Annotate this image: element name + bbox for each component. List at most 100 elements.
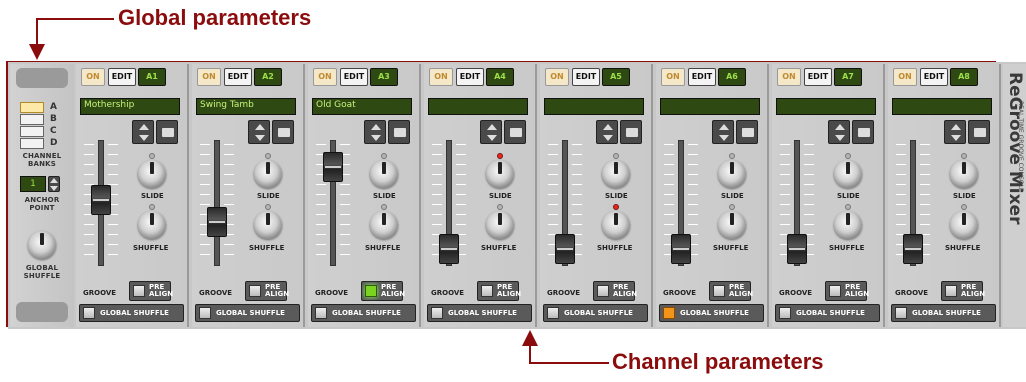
slide-knob[interactable] xyxy=(254,160,282,188)
channel-on-button[interactable]: ON xyxy=(81,68,105,86)
slide-knob[interactable] xyxy=(486,160,514,188)
bank-d-button[interactable] xyxy=(20,138,44,149)
channel-on-button[interactable]: ON xyxy=(661,68,685,86)
global-shuffle-checkbox[interactable] xyxy=(315,307,327,319)
global-shuffle-toggle-label: GLOBAL SHUFFLE xyxy=(680,309,749,317)
patch-folder-icon[interactable] xyxy=(156,120,178,144)
channel-on-button[interactable]: ON xyxy=(777,68,801,86)
shuffle-knob[interactable] xyxy=(486,211,514,239)
patch-browse-arrows[interactable] xyxy=(828,120,850,144)
pre-align-control[interactable]: PRE ALIGN xyxy=(477,281,521,301)
shuffle-knob[interactable] xyxy=(834,211,862,239)
channel-edit-button[interactable]: EDIT xyxy=(456,68,484,86)
patch-folder-icon[interactable] xyxy=(968,120,990,144)
global-shuffle-checkbox[interactable] xyxy=(547,307,559,319)
global-shuffle-knob[interactable] xyxy=(28,231,56,259)
global-shuffle-checkbox[interactable] xyxy=(779,307,791,319)
pre-align-checkbox[interactable] xyxy=(249,285,261,297)
patch-folder-icon[interactable] xyxy=(736,120,758,144)
bank-a-button[interactable] xyxy=(20,102,44,113)
patch-folder-icon[interactable] xyxy=(504,120,526,144)
pre-align-checkbox[interactable] xyxy=(945,285,957,297)
global-shuffle-toggle[interactable]: GLOBAL SHUFFLE xyxy=(659,304,764,322)
channel-on-button[interactable]: ON xyxy=(313,68,337,86)
pre-align-checkbox[interactable] xyxy=(713,285,725,297)
shuffle-knob[interactable] xyxy=(370,211,398,239)
pre-align-checkbox[interactable] xyxy=(365,285,377,297)
channel-edit-button[interactable]: EDIT xyxy=(804,68,832,86)
bank-c-button[interactable] xyxy=(20,126,44,137)
groove-fader[interactable] xyxy=(439,234,459,264)
patch-folder-icon[interactable] xyxy=(388,120,410,144)
channel-edit-button[interactable]: EDIT xyxy=(572,68,600,86)
global-shuffle-checkbox[interactable] xyxy=(431,307,443,319)
global-shuffle-checkbox[interactable] xyxy=(895,307,907,319)
patch-folder-icon[interactable] xyxy=(272,120,294,144)
patch-folder-icon[interactable] xyxy=(620,120,642,144)
channel-edit-button[interactable]: EDIT xyxy=(340,68,368,86)
pre-align-checkbox[interactable] xyxy=(133,285,145,297)
pre-align-control[interactable]: PRE ALIGN xyxy=(941,281,985,301)
slide-knob[interactable] xyxy=(950,160,978,188)
slide-knob[interactable] xyxy=(718,160,746,188)
bank-b-button[interactable] xyxy=(20,114,44,125)
slide-knob[interactable] xyxy=(138,160,166,188)
groove-fader[interactable] xyxy=(555,234,575,264)
channel-edit-button[interactable]: EDIT xyxy=(108,68,136,86)
channel-on-button[interactable]: ON xyxy=(197,68,221,86)
global-shuffle-checkbox[interactable] xyxy=(83,307,95,319)
global-shuffle-toggle[interactable]: GLOBAL SHUFFLE xyxy=(427,304,532,322)
channel-on-button[interactable]: ON xyxy=(893,68,917,86)
channel-edit-button[interactable]: EDIT xyxy=(688,68,716,86)
global-shuffle-toggle[interactable]: GLOBAL SHUFFLE xyxy=(195,304,300,322)
slide-knob[interactable] xyxy=(370,160,398,188)
groove-fader[interactable] xyxy=(903,234,923,264)
patch-browse-arrows[interactable] xyxy=(596,120,618,144)
patch-browse-arrows[interactable] xyxy=(364,120,386,144)
channel-id-label: A2 xyxy=(254,68,282,86)
groove-fader[interactable] xyxy=(91,184,111,215)
groove-fader[interactable] xyxy=(323,151,343,182)
patch-browse-arrows[interactable] xyxy=(944,120,966,144)
pre-align-checkbox[interactable] xyxy=(829,285,841,297)
patch-browse-arrows[interactable] xyxy=(712,120,734,144)
channel-on-button[interactable]: ON xyxy=(545,68,569,86)
pre-align-control[interactable]: PRE ALIGN xyxy=(129,281,173,301)
global-shuffle-checkbox[interactable] xyxy=(199,307,211,319)
slide-knob[interactable] xyxy=(834,160,862,188)
shuffle-knob[interactable] xyxy=(254,211,282,239)
shuffle-knob[interactable] xyxy=(950,211,978,239)
global-shuffle-toggle[interactable]: GLOBAL SHUFFLE xyxy=(775,304,880,322)
global-shuffle-toggle[interactable]: GLOBAL SHUFFLE xyxy=(891,304,996,322)
global-shuffle-toggle[interactable]: GLOBAL SHUFFLE xyxy=(79,304,184,322)
pre-align-control[interactable]: PRE ALIGN xyxy=(245,281,289,301)
patch-folder-icon[interactable] xyxy=(852,120,874,144)
pre-align-control[interactable]: PRE ALIGN xyxy=(593,281,637,301)
anchor-point-stepper[interactable] xyxy=(48,176,60,192)
pre-align-control[interactable]: PRE ALIGN xyxy=(825,281,869,301)
groove-fader-track xyxy=(214,140,220,266)
global-shuffle-checkbox[interactable] xyxy=(663,307,675,319)
shuffle-knob[interactable] xyxy=(718,211,746,239)
channel-on-button[interactable]: ON xyxy=(429,68,453,86)
global-shuffle-toggle[interactable]: GLOBAL SHUFFLE xyxy=(543,304,648,322)
patch-browse-arrows[interactable] xyxy=(132,120,154,144)
channel-strip-a5: ON EDIT A5 SLIDE SHUFFLE GROOVE PRE ALIG… xyxy=(540,64,653,327)
channel-edit-button[interactable]: EDIT xyxy=(224,68,252,86)
pre-align-checkbox[interactable] xyxy=(481,285,493,297)
patch-browse-arrows[interactable] xyxy=(480,120,502,144)
pre-align-checkbox[interactable] xyxy=(597,285,609,297)
channel-edit-button[interactable]: EDIT xyxy=(920,68,948,86)
shuffle-knob[interactable] xyxy=(138,211,166,239)
channel-strip-a3: ON EDIT A3 Old Goat SLIDE SHUFFLE GROOVE… xyxy=(308,64,421,327)
global-shuffle-toggle[interactable]: GLOBAL SHUFFLE xyxy=(311,304,416,322)
patch-browse-arrows[interactable] xyxy=(248,120,270,144)
pre-align-control[interactable]: PRE ALIGN xyxy=(709,281,753,301)
slide-knob[interactable] xyxy=(602,160,630,188)
groove-fader[interactable] xyxy=(787,234,807,264)
groove-fader[interactable] xyxy=(207,206,227,237)
groove-fader[interactable] xyxy=(671,234,691,264)
anchor-point-display[interactable]: 1 xyxy=(20,176,46,192)
pre-align-control[interactable]: PRE ALIGN xyxy=(361,281,405,301)
shuffle-knob[interactable] xyxy=(602,211,630,239)
